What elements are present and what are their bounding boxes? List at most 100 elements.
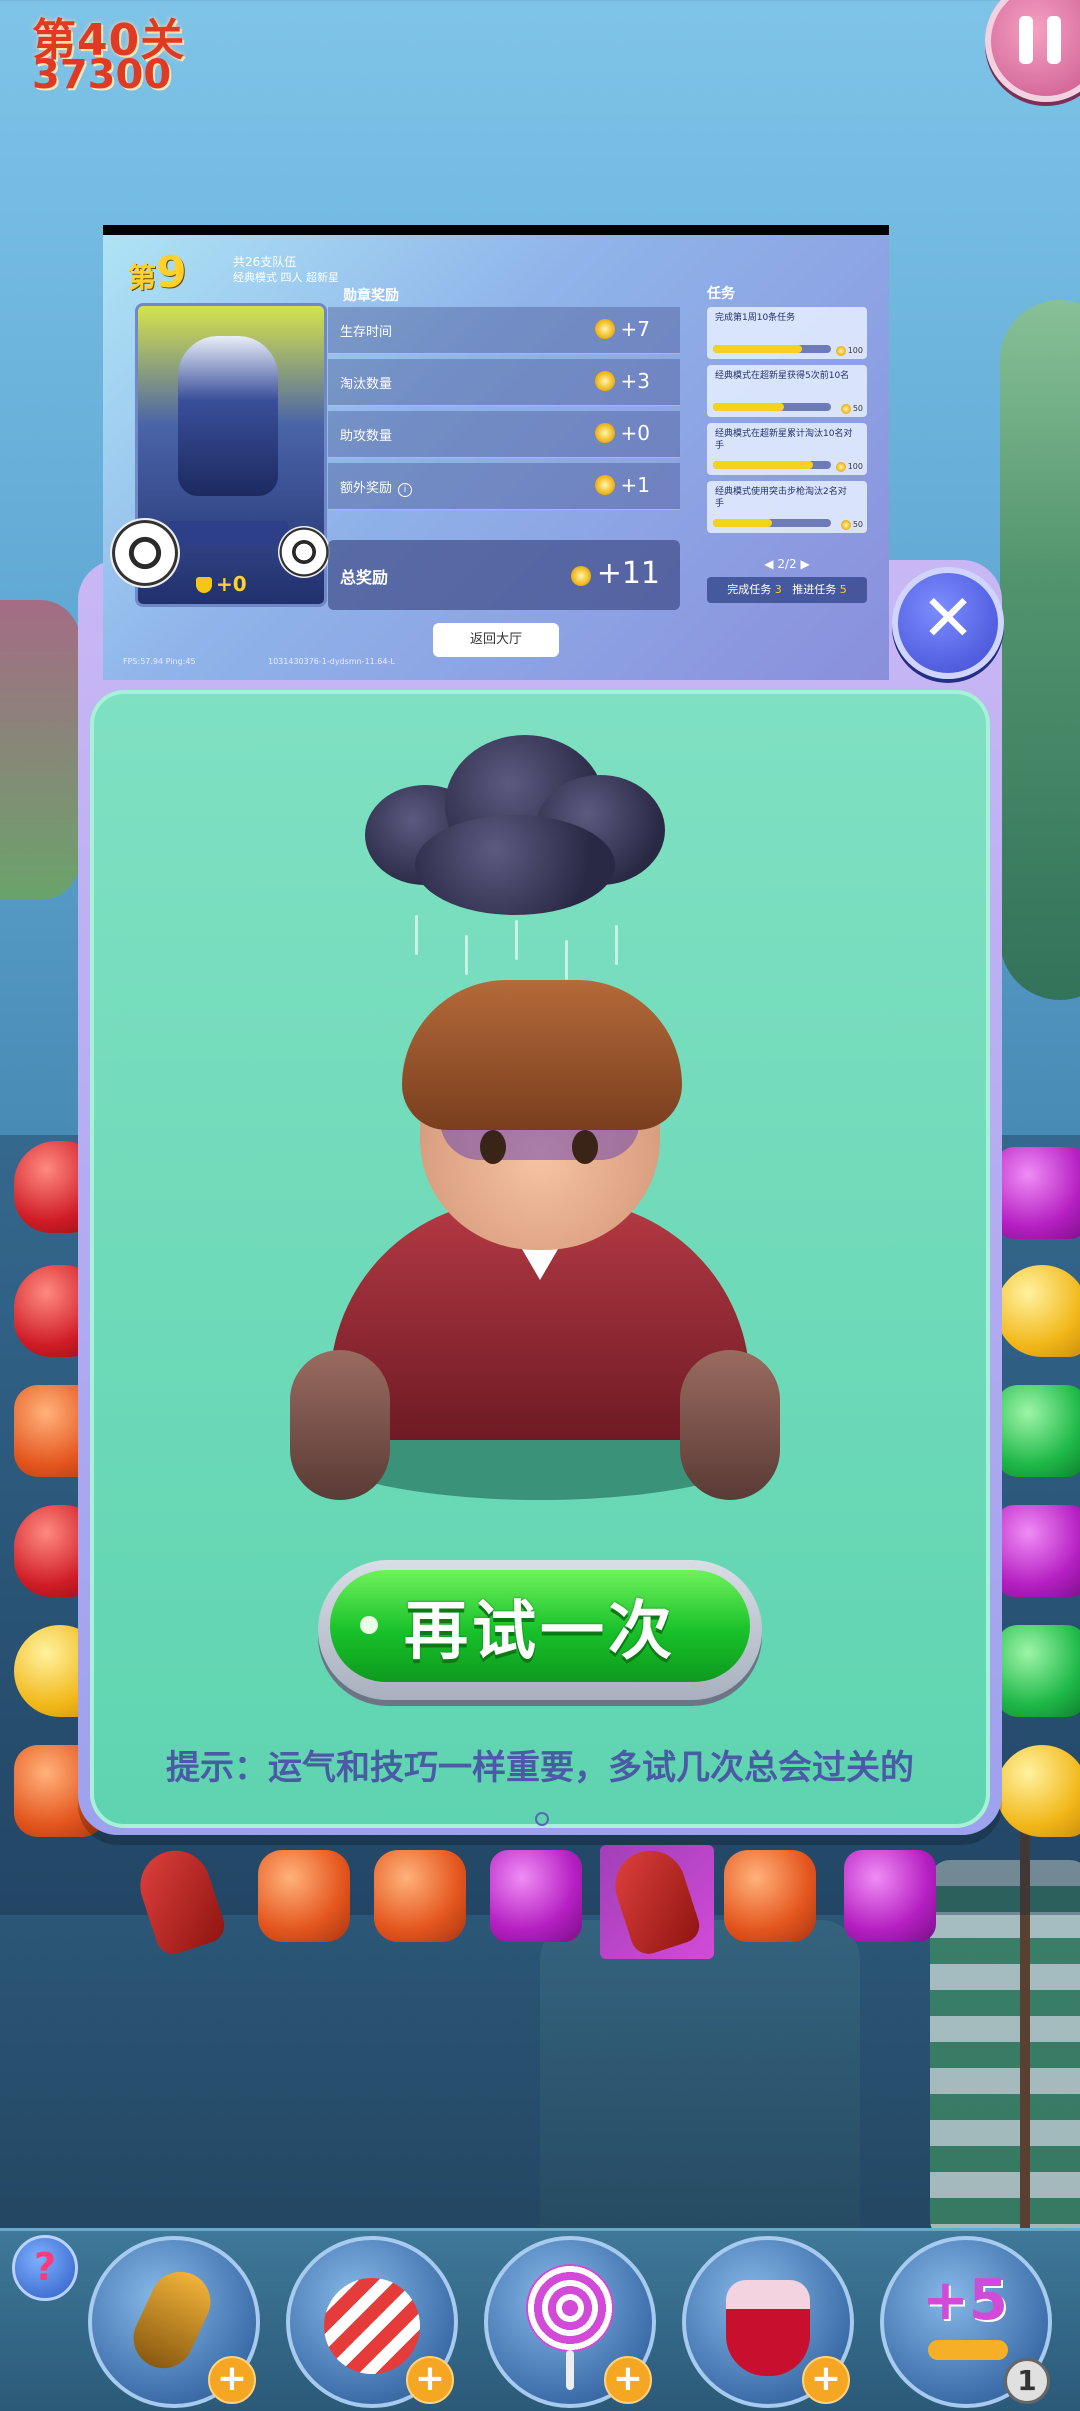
reward-value: +0: [594, 421, 650, 445]
task-reward-text: 50: [852, 404, 863, 413]
task-text: 经典模式在超新星累计淘汰10名对手: [715, 429, 853, 451]
reward-row: 助攻数量 +0: [328, 411, 680, 458]
lollipop-stick: [566, 2350, 574, 2390]
spoon-icon: [123, 2262, 221, 2378]
medal-disc-icon: [278, 526, 330, 578]
task-summary: 完成任务 3 推进任务 5: [707, 577, 867, 603]
hero-pedestal: [168, 521, 288, 545]
task-text: 经典模式在超新星获得5次前10名: [715, 371, 850, 381]
add-booster-icon: +: [802, 2356, 850, 2404]
lollipop-icon: [526, 2264, 614, 2352]
total-reward-row: 总奖励 +11: [328, 540, 680, 610]
prev-page-icon[interactable]: ◀: [764, 557, 773, 571]
rewards-title: 勋章奖励: [343, 288, 399, 304]
page-indicator-dot: [535, 1812, 549, 1826]
booster-bomb[interactable]: +: [286, 2236, 458, 2408]
task-progress-bar: [713, 461, 831, 469]
reward-name-text: 额外奖励: [340, 481, 393, 496]
hero-medal-value: +0: [216, 572, 247, 596]
candy-orange[interactable]: [374, 1850, 466, 1942]
booster-extra-moves[interactable]: +5 1: [880, 2236, 1052, 2408]
candy-yellow[interactable]: [996, 1745, 1080, 1837]
hero-medal-score: +0: [196, 572, 247, 596]
candy-yellow[interactable]: [996, 1265, 1080, 1357]
add-booster-icon: +: [604, 2356, 652, 2404]
task-text: 完成第1周10条任务: [715, 313, 796, 323]
juice-jug-icon: [726, 2280, 810, 2376]
task-progress-fill: [713, 461, 814, 469]
pause-button[interactable]: [985, 0, 1080, 102]
task-progress-bar: [713, 519, 831, 527]
task-item[interactable]: 完成第1周10条任务 100: [707, 307, 867, 359]
hero-card: +0: [110, 303, 330, 607]
retry-button-face: 再试一次: [330, 1570, 750, 1682]
next-page-icon[interactable]: ▶: [800, 557, 809, 571]
tasks-title: 任务: [707, 286, 735, 302]
medal-shield-icon: [196, 577, 212, 593]
mode-label: 经典模式 四人 超新星: [233, 271, 339, 284]
candy-green[interactable]: [996, 1385, 1080, 1477]
rank-label: 第9: [128, 247, 187, 298]
total-reward-value-text: +11: [596, 556, 660, 591]
candy-purple[interactable]: [996, 1147, 1080, 1239]
help-button[interactable]: ?: [12, 2235, 78, 2301]
fps-readout: FPS:57.94 Ping:45: [123, 657, 196, 666]
close-button[interactable]: ✕: [892, 567, 1004, 679]
task-progress-fill: [713, 519, 772, 527]
reward-value: +1: [594, 473, 650, 497]
task-item[interactable]: 经典模式在超新星获得5次前10名 50: [707, 365, 867, 417]
add-booster-icon: +: [406, 2356, 454, 2404]
retry-button[interactable]: 再试一次: [318, 1560, 762, 1700]
add-booster-icon: +: [208, 2356, 256, 2404]
info-icon[interactable]: i: [398, 483, 413, 497]
reward-row: 生存时间 +7: [328, 307, 680, 354]
total-reward-value: +11: [570, 556, 660, 591]
reward-value-text: +3: [620, 369, 650, 393]
task-reward: 100: [835, 462, 863, 472]
booster-spoon[interactable]: +: [88, 2236, 260, 2408]
candy-green[interactable]: [996, 1625, 1080, 1717]
coin-icon: [594, 475, 615, 495]
retry-button-label: 再试一次: [404, 1595, 676, 1669]
task-item[interactable]: 经典模式使用突击步枪淘汰2名对手 50: [707, 481, 867, 533]
coin-icon: [835, 346, 846, 356]
background-plant: [0, 600, 80, 900]
coin-icon: [840, 404, 851, 414]
task-reward: 50: [840, 404, 863, 414]
rank-prefix: 第: [128, 261, 157, 294]
done-count: 3: [774, 583, 782, 596]
extra-moves-label: +5: [922, 2268, 1008, 2333]
reward-name: 淘汰数量: [340, 377, 393, 392]
score-label: 37300: [32, 52, 172, 98]
reward-value-text: +7: [620, 317, 650, 341]
task-progress-fill: [713, 403, 784, 411]
background-island: [1000, 300, 1080, 1000]
coin-icon: [835, 462, 846, 472]
task-reward-text: 100: [847, 462, 863, 471]
close-icon: ✕: [921, 582, 975, 656]
candy-purple[interactable]: [844, 1850, 936, 1942]
reward-name: 生存时间: [340, 325, 393, 340]
booster-lollipop[interactable]: +: [484, 2236, 656, 2408]
swap-arrows-icon: [928, 2340, 1008, 2360]
booster-juice[interactable]: +: [682, 2236, 854, 2408]
task-reward-text: 50: [852, 520, 863, 529]
candy-orange[interactable]: [258, 1850, 350, 1942]
task-pager: ◀ 2/2 ▶: [703, 557, 871, 571]
coin-icon: [594, 371, 615, 391]
tip-text: 提示：运气和技巧一样重要，多试几次总会过关的: [166, 1748, 914, 1788]
candy-orange[interactable]: [724, 1850, 816, 1942]
build-id: 1031430376-1-dydsmn-11.64-L: [268, 657, 395, 666]
task-item[interactable]: 经典模式在超新星累计淘汰10名对手 100: [707, 423, 867, 475]
candy-purple[interactable]: [996, 1505, 1080, 1597]
medal-disc-icon: [110, 518, 180, 588]
reward-value: +3: [594, 369, 650, 393]
pause-icon-bar: [1047, 16, 1061, 64]
push-count: 5: [839, 583, 847, 596]
candy-purple[interactable]: [490, 1850, 582, 1942]
reward-row: 淘汰数量 +3: [328, 359, 680, 406]
back-to-lobby-button[interactable]: 返回大厅: [433, 623, 559, 657]
match-result-overlay: 第9 共26支队伍 经典模式 四人 超新星 +0 勋章奖励 生存时间 +7 淘汰…: [103, 225, 889, 680]
team-count: 共26支队伍: [233, 255, 297, 269]
task-reward-text: 100: [847, 346, 863, 355]
